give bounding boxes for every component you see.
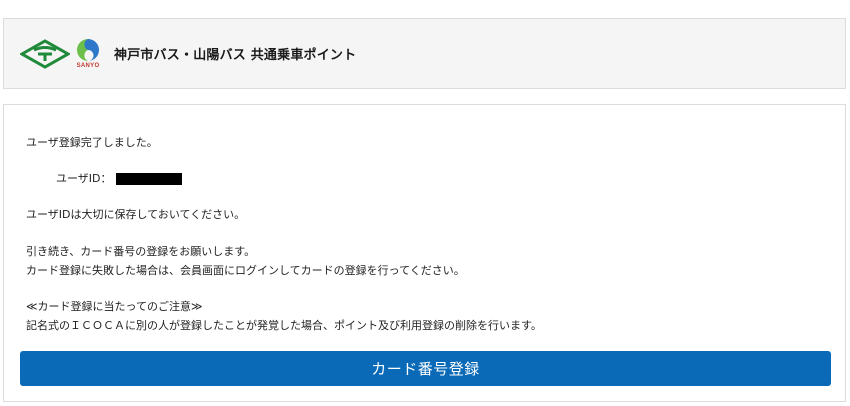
main-card: ユーザ登録完了しました。 ユーザID： ユーザIDは大切に保存しておいてください… [3, 104, 846, 402]
kobe-city-emblem-icon [20, 38, 70, 69]
sanyo-mark-icon [77, 38, 99, 61]
user-id-row: ユーザID： [56, 169, 182, 188]
register-card-button[interactable]: カード番号登録 [20, 351, 831, 386]
header-title: 神戸市バス・山陽バス 共通乗車ポイント [114, 48, 357, 63]
user-id-redacted [115, 172, 182, 185]
header-logos: SANYO [20, 38, 102, 70]
sanyo-logo: SANYO [74, 38, 102, 70]
site-header: SANYO 神戸市バス・山陽バス 共通乗車ポイント [3, 18, 846, 89]
caution-text: 記名式のＩＣＯＣＡに別の人が登録したことが発覚した場合、ポイント及び利用登録の削… [26, 319, 542, 332]
continue-note-2: カード登録に失敗した場合は、会員画面にログインしてカードの登録を行ってください。 [26, 264, 465, 277]
continue-note-1: 引き続き、カード番号の登録をお願いします。 [26, 245, 256, 258]
registration-complete-message: ユーザ登録完了しました。 [26, 136, 158, 149]
caution-heading: ≪カード登録に当たってのご注意≫ [26, 300, 203, 313]
user-id-label: ユーザID： [56, 172, 112, 185]
sanyo-logo-text: SANYO [76, 62, 100, 69]
keep-id-note: ユーザIDは大切に保存しておいてください。 [26, 208, 246, 221]
